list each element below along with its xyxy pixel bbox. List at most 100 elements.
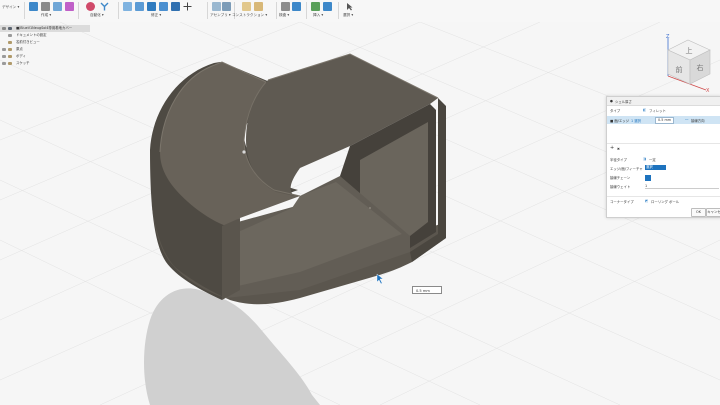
shell-body[interactable] <box>150 53 446 305</box>
add-icon[interactable]: + <box>610 145 614 151</box>
browser-item[interactable]: スケッチ <box>0 60 90 67</box>
viewcube-front-label[interactable]: 前 <box>676 65 683 74</box>
tangent-chain-checkbox[interactable] <box>645 175 651 181</box>
automate-icon[interactable] <box>86 2 95 11</box>
dialog-collapse-icon[interactable]: ● <box>610 99 613 103</box>
construct-group[interactable]: コンストラクション ▾ <box>232 1 276 21</box>
radius-type-icon[interactable]: ◨ <box>643 157 646 161</box>
visibility-eye-icon[interactable] <box>2 55 6 58</box>
visibility-eye-icon[interactable] <box>2 48 6 51</box>
fillet-type-icon[interactable]: ◧ <box>643 108 646 112</box>
browser-item-label[interactable]: ドキュメントの設定 <box>16 32 47 39</box>
viewcube-top-label[interactable]: 上 <box>686 46 693 55</box>
fillet-dialog: ● シェル厚さ タイプ ◧ フィレット ■ 面/エッジ 1 選択 0.5 mm … <box>606 96 720 218</box>
axis-z-label: Z <box>666 34 670 40</box>
toolbar-divider <box>276 2 277 19</box>
inspect-menu[interactable]: 検査 ▾ <box>279 13 289 18</box>
browser-item[interactable]: 名前付きビュー <box>0 39 90 46</box>
automate-fork-icon[interactable] <box>100 2 109 11</box>
toolbar-divider <box>24 2 25 19</box>
collapse-icon[interactable] <box>2 27 6 30</box>
select-cursor-icon[interactable] <box>345 2 354 11</box>
offset-plane-icon[interactable] <box>242 2 251 11</box>
extrude-icon[interactable] <box>41 2 50 11</box>
viewcube[interactable]: 上 前 右 Z X <box>654 30 720 96</box>
move-icon[interactable] <box>183 2 192 11</box>
joint-origin-icon[interactable] <box>222 2 231 11</box>
selection-list <box>607 125 720 144</box>
cancel-button[interactable]: キャンセル <box>706 208 720 217</box>
viewcube-right-label[interactable]: 右 <box>697 63 704 72</box>
radius-value[interactable]: 0.5 mm <box>655 117 675 124</box>
joint-icon[interactable] <box>212 2 221 11</box>
axis-x-label: X <box>706 88 710 94</box>
form-icon[interactable] <box>65 2 74 11</box>
modify-menu[interactable]: 修正 ▾ <box>151 13 161 18</box>
edge-type[interactable]: 接線方向 <box>691 118 705 123</box>
list-actions: + ✖ <box>607 145 720 153</box>
create-group[interactable]: 作成 ▾ <box>27 1 77 21</box>
edge-selection[interactable]: 1 選択 <box>631 118 641 123</box>
assemble-group[interactable]: アセンブリ ▾ <box>210 1 232 21</box>
browser-item-label[interactable]: ボディ <box>16 53 26 60</box>
automate-group[interactable]: 自動化 ▾ <box>82 1 116 21</box>
radius-type-row: 半径タイプ ◨ 一定 <box>607 155 720 163</box>
dialog-header[interactable]: ● シェル厚さ <box>607 97 720 106</box>
shell-icon[interactable] <box>159 2 168 11</box>
chamfer-icon[interactable] <box>147 2 156 11</box>
revolve-icon[interactable] <box>53 2 62 11</box>
insert-group[interactable]: 挿入 ▾ <box>309 1 337 21</box>
corner-type-value[interactable]: ローリング ボール <box>651 199 679 204</box>
folder-icon <box>8 41 12 44</box>
toolbar-divider <box>338 2 339 19</box>
workspace-switcher[interactable]: デザイン ▾ <box>0 1 24 21</box>
radius-type-value[interactable]: 一定 <box>649 157 656 162</box>
interference-icon[interactable] <box>292 2 301 11</box>
select-group[interactable]: 選択 ▾ <box>341 1 359 21</box>
type-value[interactable]: フィレット <box>649 108 666 113</box>
insert-image-icon[interactable] <box>323 2 332 11</box>
new-sketch-icon[interactable] <box>29 2 38 11</box>
corner-type-icon[interactable]: ◩ <box>645 199 648 203</box>
insert-menu[interactable]: 挿入 ▾ <box>313 13 323 18</box>
selection-mode-button[interactable]: 選択 <box>645 165 666 170</box>
selection-row[interactable]: ■ 面/エッジ 1 選択 0.5 mm ⌒ 接線方向 <box>607 116 720 124</box>
edge-column: ■ 面/エッジ <box>610 119 629 123</box>
browser-item-label[interactable]: 名前付きビュー <box>16 39 40 46</box>
assemble-menu[interactable]: アセンブリ ▾ <box>210 13 231 18</box>
tangent-chain-label: 接線チェーン <box>610 176 631 180</box>
browser-document-row[interactable]: ■JBlueV1NeugSol4専用着地カバー <box>0 25 90 32</box>
combine-icon[interactable] <box>171 2 180 11</box>
tangent-icon[interactable]: ⌒ <box>685 118 688 123</box>
fillet-handle-icon[interactable] <box>242 150 246 154</box>
create-menu[interactable]: 作成 ▾ <box>41 13 51 18</box>
document-name[interactable]: ■JBlueV1NeugSol4専用着地カバー <box>16 25 72 32</box>
modify-group[interactable]: 修正 ▾ <box>121 1 205 21</box>
dimension-input[interactable]: 0.5 mm <box>412 286 442 294</box>
tangent-weight-input[interactable]: 1 <box>645 184 719 189</box>
construct-menu[interactable]: コンストラクション ▾ <box>232 13 267 18</box>
inspect-group[interactable]: 検査 ▾ <box>279 1 305 21</box>
dimension-value[interactable]: 0.5 mm <box>416 289 430 293</box>
automate-menu[interactable]: 自動化 ▾ <box>90 13 104 18</box>
plane-angle-icon[interactable] <box>254 2 263 11</box>
fillet-icon[interactable] <box>135 2 144 11</box>
select-menu[interactable]: 選択 ▾ <box>343 13 353 18</box>
folder-icon <box>8 62 12 65</box>
measure-icon[interactable] <box>281 2 290 11</box>
delete-icon[interactable]: ✖ <box>617 147 620 151</box>
browser-item-label[interactable]: 原点 <box>16 46 23 53</box>
visibility-eye-icon[interactable] <box>2 62 6 65</box>
tangent-weight-label: 接線ウェイト <box>610 185 631 189</box>
browser-item-label[interactable]: スケッチ <box>16 60 30 67</box>
folder-icon <box>8 48 12 51</box>
insert-mesh-icon[interactable] <box>311 2 320 11</box>
toolbar-divider <box>306 2 307 19</box>
browser-item[interactable]: 原点 <box>0 46 90 53</box>
workspace-label[interactable]: デザイン ▾ <box>2 5 19 10</box>
browser-item[interactable]: ドキュメントの設定 <box>0 32 90 39</box>
press-pull-icon[interactable] <box>123 2 132 11</box>
browser-item[interactable]: ボディ <box>0 53 90 60</box>
ribbon-toolbar: デザイン ▾ 作成 ▾ 自動化 ▾ 修正 ▾ アセンブリ ▾ コンストラクション… <box>0 0 720 23</box>
ok-button[interactable]: OK <box>691 208 706 217</box>
